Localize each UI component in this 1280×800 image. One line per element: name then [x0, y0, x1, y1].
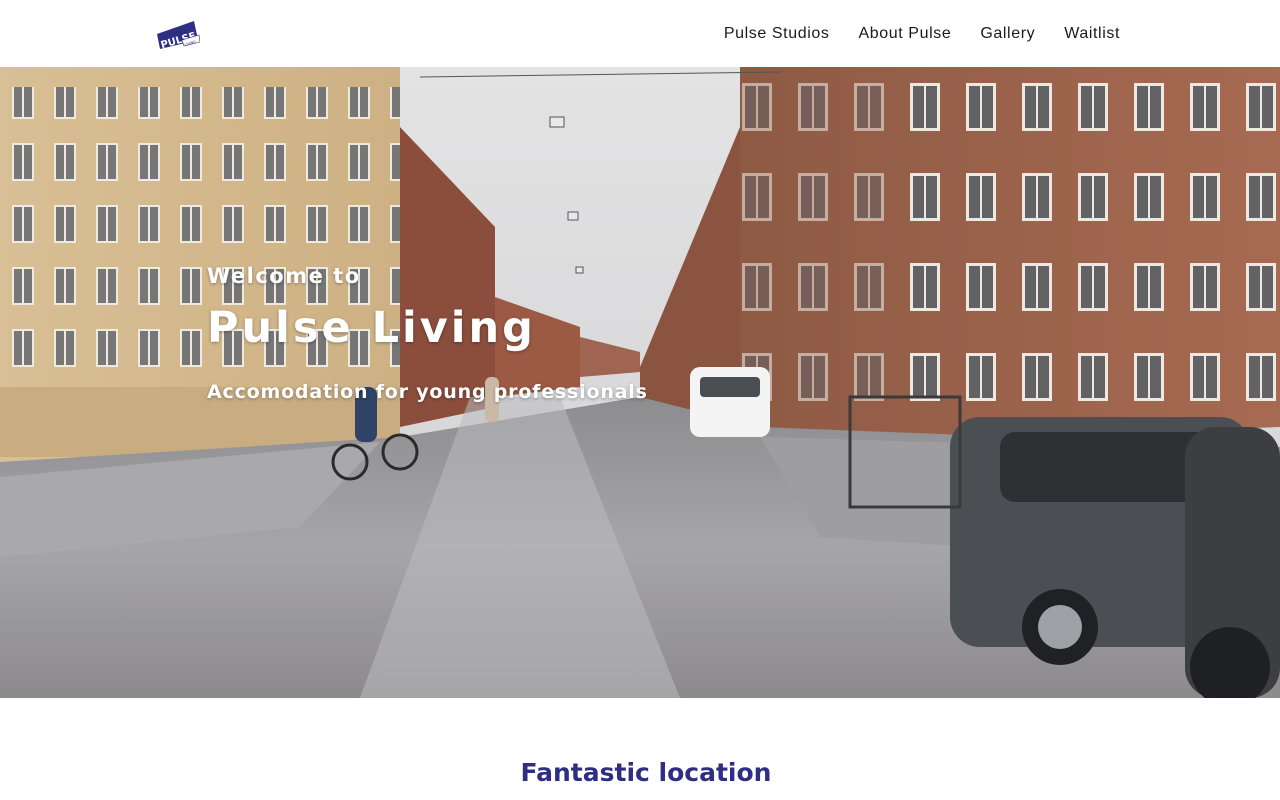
pulse-logo-icon[interactable]: PULSE LIVING [156, 18, 201, 51]
nav-item-about-pulse[interactable]: About Pulse [858, 24, 951, 44]
main-nav: Pulse Studios About Pulse Gallery Waitli… [695, 24, 1120, 44]
hero-welcome-text: Welcome to [207, 264, 361, 288]
section-title-fantastic-location: Fantastic location [520, 758, 772, 787]
nav-item-pulse-studios[interactable]: Pulse Studios [724, 24, 830, 44]
hero-title: Pulse Living [207, 303, 536, 353]
hero-subtitle: Accomodation for young professionals [207, 381, 648, 403]
nav-item-gallery[interactable]: Gallery [980, 24, 1035, 44]
nav-item-waitlist[interactable]: Waitlist [1064, 24, 1120, 44]
site-header: PULSE LIVING Pulse Studios About Pulse G… [0, 0, 1280, 67]
hero-banner: Welcome to Pulse Living Accomodation for… [0, 67, 1280, 698]
